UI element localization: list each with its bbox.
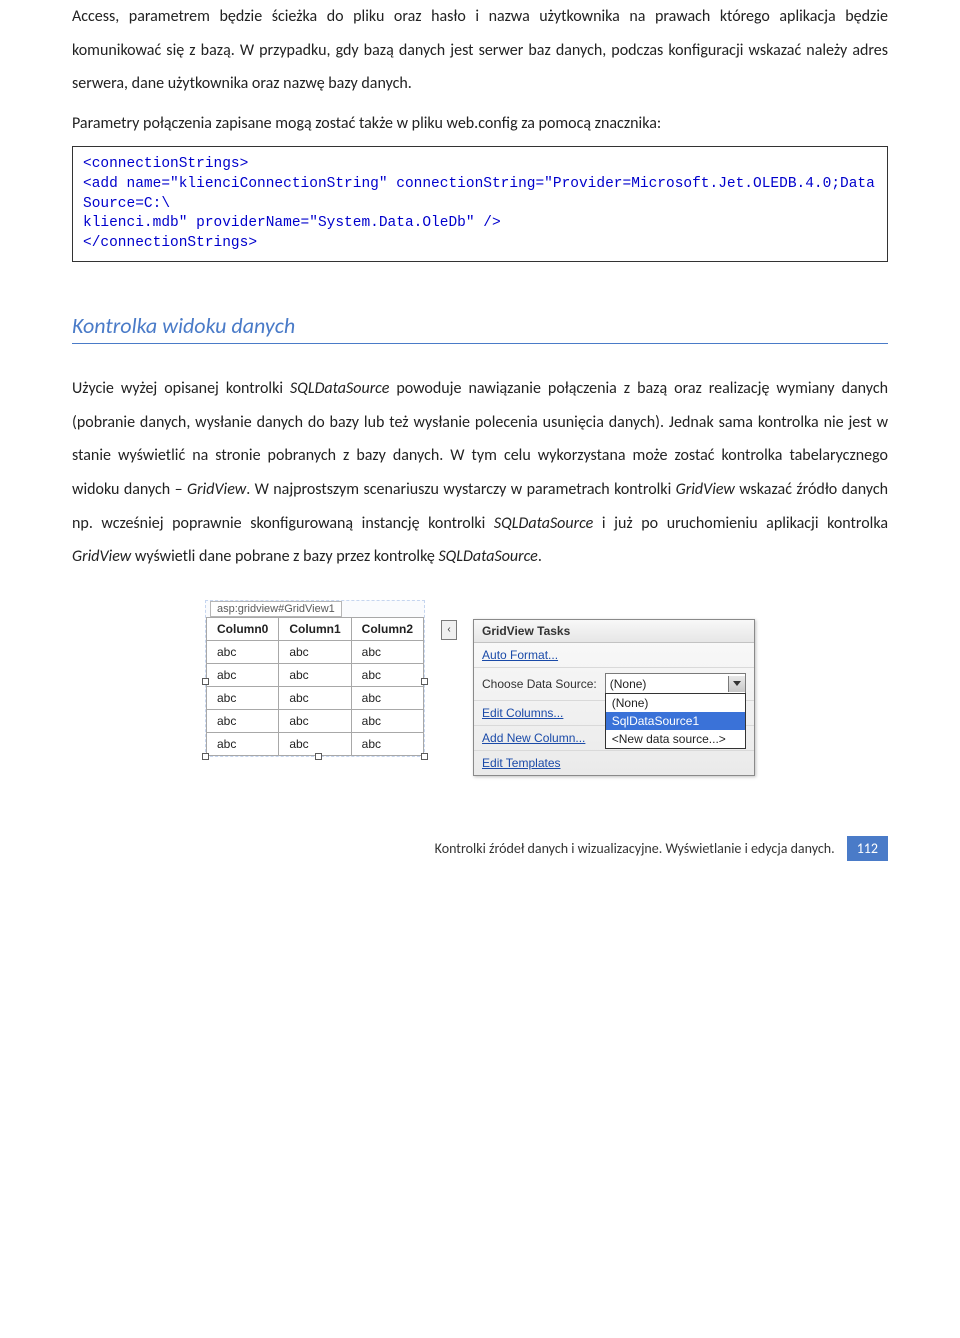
table-cell: abc [206, 640, 278, 663]
table-cell: abc [351, 640, 423, 663]
gridview-designer[interactable]: asp:gridview#GridView1 Column0 Column1 C… [205, 600, 425, 757]
footer-text: Kontrolki źródeł danych i wizualizacyjne… [435, 840, 835, 857]
gridview-tasks-panel: GridView Tasks Auto Format... Choose Dat… [473, 619, 755, 776]
data-source-dropdown[interactable]: (None) (None)SqlDataSource1<New data sou… [605, 673, 746, 695]
table-cell: abc [206, 709, 278, 732]
page-footer: Kontrolki źródeł danych i wizualizacyjne… [72, 836, 888, 861]
table-cell: abc [279, 709, 351, 732]
table-cell: abc [351, 686, 423, 709]
table-cell: abc [279, 686, 351, 709]
gridview-header: Column2 [351, 617, 423, 640]
dropdown-option[interactable]: SqlDataSource1 [606, 712, 745, 730]
table-cell: abc [206, 732, 278, 755]
paragraph-2: Parametry połączenia zapisane mogą zosta… [72, 107, 888, 141]
table-row: abcabcabc [206, 686, 423, 709]
table-cell: abc [351, 663, 423, 686]
table-cell: abc [351, 709, 423, 732]
gridview-header: Column1 [279, 617, 351, 640]
table-cell: abc [351, 732, 423, 755]
dropdown-list[interactable]: (None)SqlDataSource1<New data source...> [605, 693, 746, 749]
dropdown-selected-value: (None) [610, 677, 647, 691]
table-row: abcabcabc [206, 663, 423, 686]
table-cell: abc [279, 663, 351, 686]
section-heading: Kontrolka widoku danych [72, 312, 888, 344]
code-block-connection-strings: <connectionStrings> <add name="klienciCo… [72, 146, 888, 262]
edit-templates-link[interactable]: Edit Templates [474, 751, 754, 775]
gridview-header: Column0 [206, 617, 278, 640]
gridview-table: Column0 Column1 Column2 abcabcabcabcabca… [206, 617, 424, 756]
dropdown-option[interactable]: (None) [606, 694, 745, 712]
chevron-down-icon [733, 681, 741, 686]
table-cell: abc [206, 663, 278, 686]
paragraph-3: Użycie wyżej opisanej kontrolki SQLDataS… [72, 372, 888, 574]
table-cell: abc [279, 640, 351, 663]
table-cell: abc [206, 686, 278, 709]
dropdown-button[interactable] [728, 676, 745, 692]
page-number: 112 [847, 836, 888, 861]
smart-tag-toggle-button[interactable]: ‹ [441, 620, 457, 640]
table-row: abcabcabc [206, 709, 423, 732]
panel-title: GridView Tasks [474, 620, 754, 643]
paragraph-1: Access, parametrem będzie ścieżka do pli… [72, 0, 888, 101]
table-row: abcabcabc [206, 640, 423, 663]
gridview-tag-label: asp:gridview#GridView1 [210, 601, 342, 617]
dropdown-option[interactable]: <New data source...> [606, 730, 745, 748]
choose-data-source-label: Choose Data Source: [482, 677, 597, 691]
chevron-left-icon: ‹ [447, 624, 450, 635]
auto-format-link[interactable]: Auto Format... [474, 643, 754, 668]
